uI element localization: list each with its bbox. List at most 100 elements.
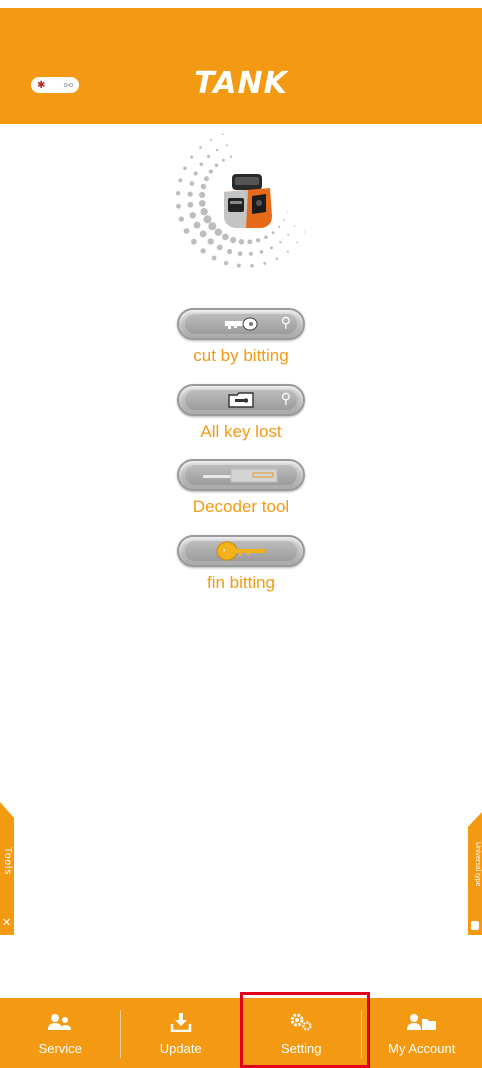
ring-dot [175, 191, 181, 196]
ring-dot [279, 240, 282, 244]
account-icon [406, 1011, 437, 1033]
nav-update[interactable]: Update [121, 998, 241, 1068]
ring-dot [207, 238, 214, 245]
ring-dot [178, 216, 184, 222]
ring-dot [200, 207, 208, 216]
menu-item-fin-bitting[interactable]: * fin bitting [0, 535, 482, 593]
ring-dot [199, 191, 206, 199]
ring-dot [286, 250, 289, 253]
nav-label: Update [159, 1040, 202, 1056]
fin-bitting-button[interactable]: * [177, 535, 305, 567]
cut-by-bitting-button[interactable]: ⚲ [177, 308, 305, 340]
ring-dot [189, 212, 196, 219]
bottom-navigation: Service Update Setting My Account [0, 998, 482, 1068]
svg-text:*: * [223, 549, 226, 556]
nav-service[interactable]: Service [0, 998, 121, 1068]
ring-dot [259, 250, 264, 254]
ring-dot [203, 215, 212, 224]
ring-dot [269, 246, 273, 250]
ring-dot [199, 230, 207, 238]
ring-dot [214, 163, 219, 168]
ring-dot [215, 148, 219, 152]
ring-dot [271, 231, 275, 235]
ring-dot [221, 233, 229, 241]
ring-dot [199, 146, 202, 149]
all-key-lost-button[interactable]: ⚲ [177, 384, 305, 416]
folder-key-icon [228, 392, 254, 408]
ring-dot [189, 181, 195, 186]
ring-dot [256, 238, 261, 243]
gear-icon [288, 1011, 314, 1033]
ring-dot [263, 261, 267, 265]
decoder-tool-icon [203, 468, 278, 483]
menu-label: All key lost [200, 422, 282, 441]
ring-dot [238, 239, 245, 245]
nav-label: Service [38, 1040, 82, 1056]
ring-dot [296, 241, 299, 244]
ring-dot [264, 235, 268, 239]
ring-dot [208, 169, 213, 174]
ring-dot [183, 166, 187, 170]
users-icon [47, 1011, 73, 1033]
ring-dot [230, 237, 237, 244]
ring-dot [203, 176, 209, 182]
ring-dot [193, 221, 201, 229]
ring-dot [183, 228, 190, 234]
ring-dot [206, 154, 211, 158]
ring-dot [283, 219, 285, 221]
ring-dot [187, 201, 194, 208]
decoder-tool-button[interactable] [177, 459, 305, 491]
ring-dot [176, 203, 181, 209]
ring-dot [208, 222, 217, 231]
search-icon: ⚲ [280, 314, 291, 330]
ring-dot [191, 238, 197, 245]
machine-illustration [170, 126, 320, 271]
nav-setting[interactable]: Setting [241, 998, 362, 1068]
status-gap [0, 0, 482, 8]
tools-tab-label: Tools [2, 847, 13, 876]
ring-dot [200, 183, 207, 190]
ring-dot [293, 225, 296, 227]
ring-dot [200, 248, 206, 254]
search-icon: ⚲ [280, 390, 291, 406]
menu-item-cut-by-bitting[interactable]: ⚲ cut by bitting [0, 308, 482, 366]
ring-dot [211, 255, 217, 261]
menu-item-decoder-tool[interactable]: Decoder tool [0, 459, 482, 517]
ring-dot [236, 263, 241, 268]
tools-side-tab[interactable]: Tools ✕ [0, 802, 14, 935]
ring-dot [178, 178, 183, 183]
ring-dot [237, 251, 243, 257]
universal-type-side-tab[interactable]: Universal type [468, 812, 482, 935]
ring-dot [225, 144, 228, 147]
ring-dot [198, 199, 206, 207]
menu-label: Decoder tool [192, 497, 290, 516]
key-blank-icon [471, 921, 479, 930]
app-logo: TANK [194, 66, 288, 101]
ring-dot [187, 191, 193, 197]
ring-dot [247, 239, 253, 245]
ring-dot [275, 257, 279, 260]
app-header: ✱ ⚯ TANK [0, 8, 482, 124]
ring-dot [229, 155, 233, 158]
menu-label: cut by bitting [193, 346, 289, 365]
ring-dot [287, 211, 289, 213]
key-icon [225, 317, 258, 331]
nav-label: Setting [281, 1040, 322, 1056]
ring-dot [190, 155, 194, 159]
ring-dot [221, 133, 224, 135]
ring-dot [216, 244, 223, 251]
ring-dot [221, 158, 225, 162]
key-cutting-machine-icon [224, 174, 272, 228]
nav-my-account[interactable]: My Account [362, 998, 482, 1068]
universal-type-tab-label: Universal type [474, 842, 481, 887]
download-icon [170, 1011, 192, 1033]
ring-dot [227, 248, 233, 255]
ring-dot [199, 162, 204, 167]
ring-dot [248, 251, 253, 256]
ring-dot [304, 231, 306, 233]
ring-dot [250, 264, 254, 268]
ring-dot [209, 138, 213, 141]
menu-item-all-key-lost[interactable]: ⚲ All key lost [0, 384, 482, 442]
menu-label: fin bitting [206, 573, 276, 592]
ring-dot [287, 233, 290, 236]
